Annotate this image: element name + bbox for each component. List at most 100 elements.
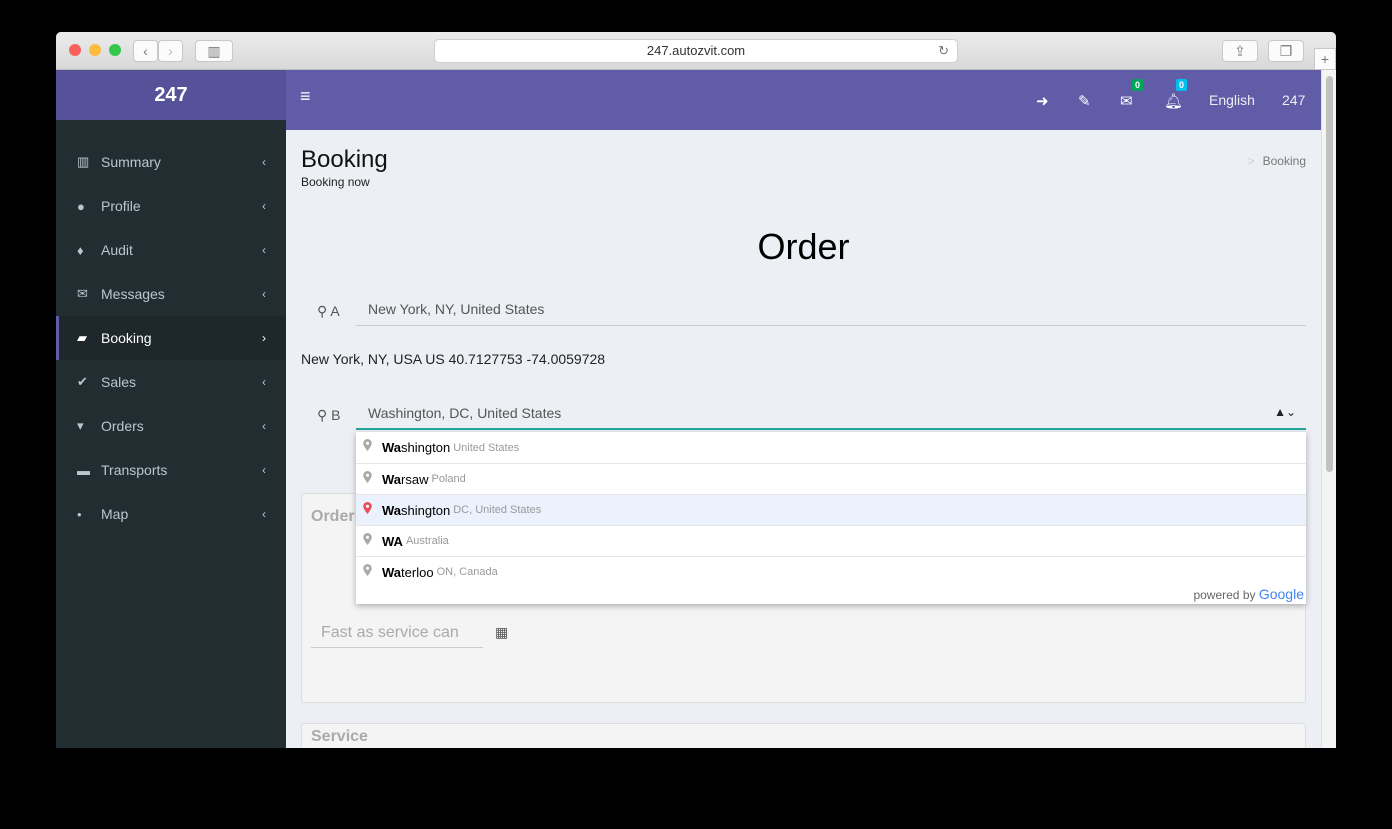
rest-text: shington bbox=[401, 440, 451, 455]
point-b-letter: B bbox=[331, 407, 341, 423]
sidebar-item-audit[interactable]: ♦ Audit ‹ bbox=[56, 228, 286, 272]
sidebar-item-transports[interactable]: ▬ Transports ‹ bbox=[56, 448, 286, 492]
service-box: Service bbox=[301, 723, 1306, 748]
sidebar-toggle-icon[interactable]: ▥ bbox=[195, 40, 233, 62]
autocomplete-item[interactable]: Wa rsaw Poland bbox=[356, 463, 1306, 494]
google-logo: Google bbox=[1258, 586, 1304, 602]
envelope-icon: ✉ bbox=[77, 286, 88, 301]
service-box-title: Service bbox=[311, 728, 368, 745]
notifications-badge: 0 bbox=[1176, 79, 1188, 91]
autocomplete-item[interactable]: Wa terloo ON, Canada bbox=[356, 556, 1306, 587]
sidebar-item-label: Profile bbox=[101, 198, 141, 214]
sign-in-icon[interactable]: ➜ bbox=[1036, 92, 1049, 110]
secondary-text: DC, United States bbox=[453, 504, 542, 516]
share-icon[interactable]: ⇪ bbox=[1222, 40, 1258, 62]
messages-badge: 0 bbox=[1132, 79, 1144, 91]
user-icon: ● bbox=[77, 198, 85, 214]
chevron-left-icon: ‹ bbox=[262, 243, 266, 257]
minimize-window-button[interactable] bbox=[89, 44, 101, 56]
sidebar-item-label: Transports bbox=[101, 462, 168, 478]
scrollbar-thumb[interactable] bbox=[1326, 76, 1333, 472]
maximize-window-button[interactable] bbox=[109, 44, 121, 56]
map-pin-icon bbox=[363, 502, 372, 514]
autocomplete-item-selected[interactable]: Wa shington DC, United States bbox=[356, 494, 1306, 525]
cart-icon: ▾ bbox=[77, 418, 84, 433]
url-text: 247.autozvit.com bbox=[646, 43, 746, 58]
secondary-text: Australia bbox=[405, 535, 449, 547]
sidebar-item-label: Orders bbox=[101, 418, 144, 434]
point-a-letter: A bbox=[330, 303, 340, 319]
vertical-scrollbar[interactable] bbox=[1321, 70, 1336, 748]
autocomplete-dropdown: Wa shington United States Wa rsaw Poland Wa s… bbox=[356, 432, 1306, 604]
chevron-left-icon: ‹ bbox=[262, 507, 266, 521]
calendar-icon[interactable]: ▦ bbox=[495, 624, 508, 641]
chevron-left-icon: ‹ bbox=[262, 419, 266, 433]
match-text: Wa bbox=[382, 502, 402, 518]
bell-icon[interactable]: 🔔︎ bbox=[1164, 92, 1183, 110]
chevron-left-icon: ‹ bbox=[262, 287, 266, 301]
order-box-title: Order bbox=[311, 508, 355, 525]
match-text: WA bbox=[382, 533, 403, 549]
reload-icon[interactable]: ↻ bbox=[938, 40, 949, 62]
user-menu[interactable]: 247 bbox=[1282, 92, 1305, 108]
bell-icon: ♦ bbox=[77, 242, 84, 258]
address-bar[interactable]: 247.autozvit.com ↻ bbox=[434, 39, 958, 63]
map-marker-icon: ⚲ bbox=[317, 303, 328, 319]
sidebar-nav: ▥ Summary ‹ ● Profile ‹ ♦ Audit ‹ ✉ Messages ‹ ▰… bbox=[56, 140, 286, 536]
envelope-icon[interactable]: ✉ bbox=[1120, 92, 1133, 110]
point-a-info: New York, NY, USA US 40.7127753 -74.0059… bbox=[301, 351, 606, 367]
browser-window: ‹ › ▥ 247.autozvit.com ↻ ⇪ ❐ + 247 ▥ Summa… bbox=[56, 32, 1336, 748]
match-text: Wa bbox=[382, 564, 402, 580]
new-tab-button[interactable]: + bbox=[1314, 48, 1336, 70]
point-b-value: Washington, DC, United States bbox=[368, 405, 562, 421]
chevron-left-icon: ‹ bbox=[262, 199, 266, 213]
forward-button[interactable]: › bbox=[158, 40, 183, 62]
point-a-input[interactable]: New York, NY, United States bbox=[356, 294, 1306, 326]
map-pin-icon bbox=[363, 533, 372, 545]
pencil-icon[interactable]: ✎ bbox=[1078, 92, 1091, 110]
breadcrumb-item[interactable]: Booking bbox=[1263, 154, 1306, 168]
chevron-left-icon: ‹ bbox=[262, 155, 266, 169]
main-content: Booking Booking now > Booking Order ⚲ A N… bbox=[286, 130, 1321, 748]
sidebar-item-sales[interactable]: ✔ Sales ‹ bbox=[56, 360, 286, 404]
sidebar-item-messages[interactable]: ✉ Messages ‹ bbox=[56, 272, 286, 316]
tabs-icon[interactable]: ❐ bbox=[1268, 40, 1304, 62]
bar-chart-icon: ▥ bbox=[77, 154, 90, 169]
order-heading: Order bbox=[757, 226, 850, 267]
sidebar: 247 ▥ Summary ‹ ● Profile ‹ ♦ Audit ‹ ✉ Message… bbox=[56, 70, 286, 748]
map-pin-icon bbox=[363, 439, 372, 451]
date-input[interactable]: Fast as service can bbox=[311, 618, 483, 648]
map-pin-icon bbox=[363, 564, 372, 576]
powered-by-text: powered by bbox=[1193, 588, 1256, 602]
powered-by-google: powered by Google bbox=[1193, 586, 1304, 602]
point-b-input[interactable]: Washington, DC, United States ▲⌄ bbox=[356, 398, 1306, 430]
sidebar-item-summary[interactable]: ▥ Summary ‹ bbox=[56, 140, 286, 184]
user-dropdown-icon[interactable]: ▲⌄ bbox=[1274, 405, 1296, 419]
sidebar-item-map[interactable]: • Map ‹ bbox=[56, 492, 286, 536]
sidebar-item-label: Audit bbox=[101, 242, 133, 258]
autocomplete-item[interactable]: WA Australia bbox=[356, 525, 1306, 556]
sidebar-item-label: Sales bbox=[101, 374, 137, 390]
sidebar-item-orders[interactable]: ▾ Orders ‹ bbox=[56, 404, 286, 448]
secondary-text: Poland bbox=[431, 473, 466, 485]
autocomplete-item[interactable]: Wa shington United States bbox=[356, 432, 1306, 463]
chevron-right-icon: › bbox=[262, 331, 266, 345]
match-text: Wa bbox=[382, 471, 402, 487]
point-a-label: ⚲ A bbox=[317, 303, 340, 320]
hamburger-menu-icon[interactable]: ≡ bbox=[300, 86, 311, 107]
point-b-label: ⚲ B bbox=[317, 407, 341, 424]
brand-logo[interactable]: 247 bbox=[56, 70, 286, 120]
breadcrumb: > Booking bbox=[1247, 154, 1306, 168]
rest-text: shington bbox=[401, 502, 451, 518]
check-icon: ✔ bbox=[77, 374, 88, 389]
secondary-text: United States bbox=[453, 441, 520, 454]
sidebar-item-label: Map bbox=[101, 506, 129, 522]
sidebar-item-profile[interactable]: ● Profile ‹ bbox=[56, 184, 286, 228]
sidebar-item-label: Booking bbox=[101, 330, 152, 346]
sidebar-item-booking[interactable]: ▰ Booking › bbox=[56, 316, 286, 360]
chevron-left-icon: ‹ bbox=[262, 375, 266, 389]
close-window-button[interactable] bbox=[69, 44, 81, 56]
back-button[interactable]: ‹ bbox=[133, 40, 158, 62]
rest-text: rsaw bbox=[401, 471, 429, 487]
language-selector[interactable]: English bbox=[1209, 92, 1255, 108]
